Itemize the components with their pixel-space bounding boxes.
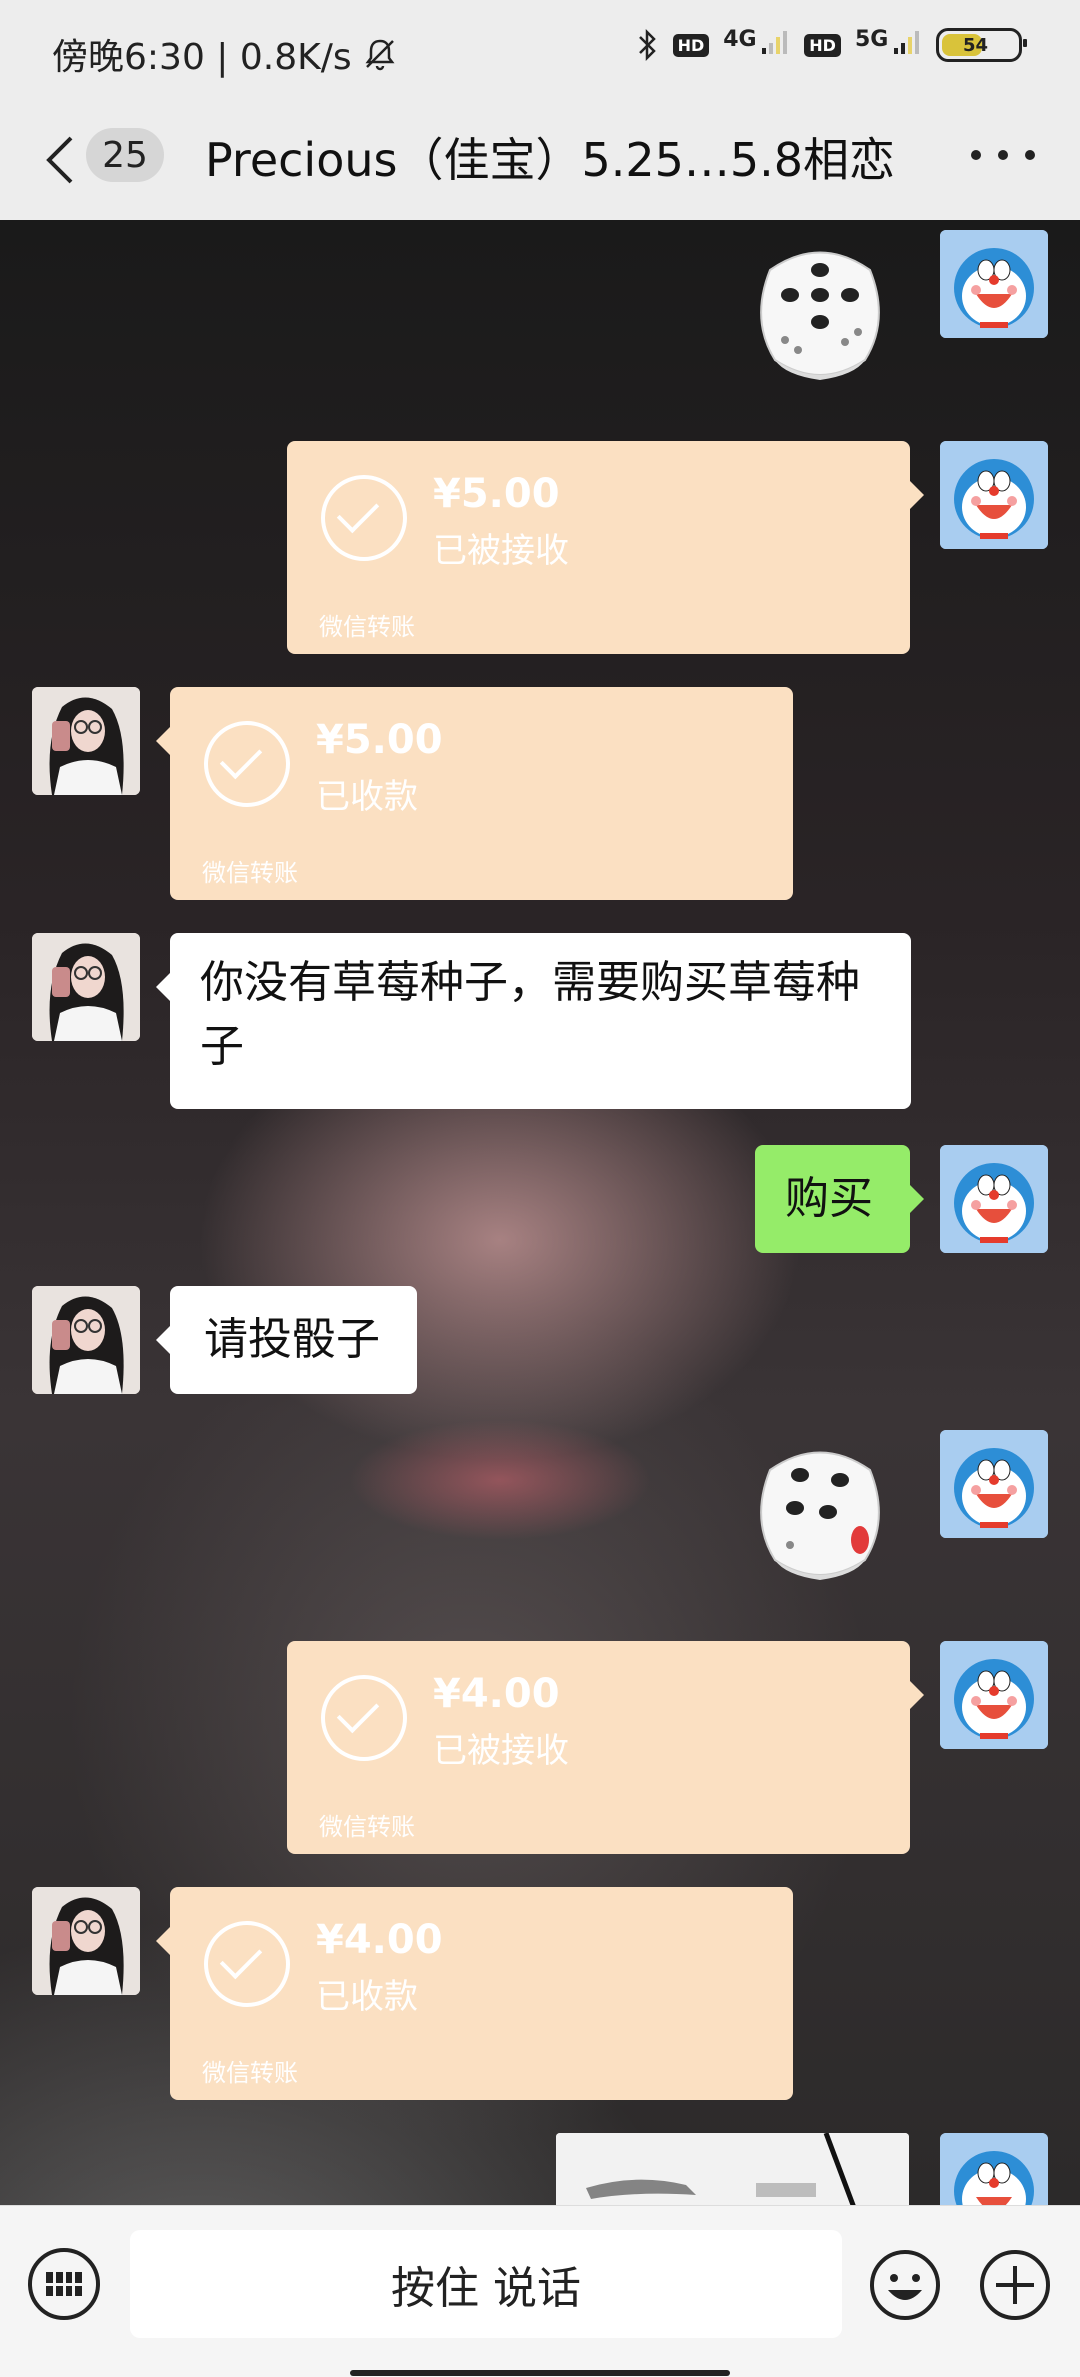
- transfer-status: 已被接收: [433, 531, 569, 571]
- transfer-card-received[interactable]: ¥4.00 已收款 微信转账: [156, 1887, 793, 2100]
- transfer-card-sent[interactable]: ¥4.00 已被接收 微信转账: [287, 1641, 924, 1854]
- status-time: 傍晚6:30 | 0.8K/s: [52, 37, 352, 78]
- self-avatar[interactable]: [940, 441, 1048, 549]
- smiley-icon: [870, 2250, 940, 2320]
- back-button[interactable]: [40, 134, 80, 186]
- girl-photo-avatar-icon: [32, 933, 140, 1041]
- hd-badge-2: HD: [804, 33, 841, 57]
- transfer-status: 已收款: [316, 1977, 418, 2017]
- chat-messages-area[interactable]: ¥5.00 已被接收 微信转账 ¥5.00 已收款 微信转账 你没有草莓种子，需…: [0, 220, 1080, 2205]
- transfer-source: 微信转账: [319, 613, 415, 641]
- self-avatar[interactable]: [940, 230, 1048, 338]
- doraemon-avatar-icon: [940, 2133, 1048, 2205]
- self-avatar[interactable]: [940, 1145, 1048, 1253]
- dice-four-icon: [760, 1451, 880, 1580]
- network-5g: 5G: [855, 27, 922, 62]
- mute-bell-icon: [365, 39, 395, 71]
- transfer-amount: ¥4.00: [316, 1917, 443, 1963]
- check-circle-icon: [321, 1675, 407, 1761]
- dice-message[interactable]: [740, 230, 900, 390]
- home-indicator: [350, 2370, 730, 2376]
- dice-message[interactable]: [740, 1430, 900, 1590]
- doraemon-avatar-icon: [940, 1641, 1048, 1749]
- dot-icon: [998, 150, 1008, 160]
- check-circle-icon: [321, 475, 407, 561]
- battery-icon: 54: [936, 28, 1027, 62]
- self-avatar[interactable]: [940, 1430, 1048, 1538]
- message-bubble-received[interactable]: 你没有草莓种子，需要购买草莓种子: [156, 933, 911, 1109]
- dot-icon: [971, 150, 981, 160]
- dot-icon: [1025, 150, 1035, 160]
- transfer-card-received[interactable]: ¥5.00 已收款 微信转账: [156, 687, 793, 900]
- transfer-status: 已收款: [316, 777, 418, 817]
- message-bubble-received[interactable]: 请投骰子: [156, 1286, 417, 1394]
- emoji-button[interactable]: [868, 2248, 942, 2322]
- bluetooth-icon: [638, 28, 656, 62]
- transfer-status: 已被接收: [433, 1731, 569, 1771]
- hd-badge: HD: [672, 33, 710, 57]
- status-bar: 傍晚6:30 | 0.8K/s HD 4G HD 5G 54: [0, 0, 1080, 100]
- message-bubble-sent[interactable]: 购买: [755, 1145, 924, 1253]
- signal-icon-2: [894, 31, 919, 54]
- self-avatar[interactable]: [940, 2133, 1048, 2205]
- contact-avatar[interactable]: [32, 1286, 140, 1394]
- dice-five-icon: [760, 251, 880, 380]
- input-bar: 按住 说话: [0, 2205, 1080, 2377]
- contact-avatar[interactable]: [32, 933, 140, 1041]
- girl-photo-avatar-icon: [32, 1887, 140, 1995]
- more-options-button[interactable]: [971, 130, 1035, 180]
- girl-photo-avatar-icon: [32, 687, 140, 795]
- transfer-amount: ¥4.00: [433, 1671, 560, 1717]
- check-circle-icon: [204, 1921, 290, 2007]
- girl-photo-avatar-icon: [32, 1286, 140, 1394]
- check-circle-icon: [204, 721, 290, 807]
- network-4g: 4G: [723, 27, 790, 62]
- transfer-card-sent[interactable]: ¥5.00 已被接收 微信转账: [287, 441, 924, 654]
- self-avatar[interactable]: [940, 1641, 1048, 1749]
- doraemon-avatar-icon: [940, 1430, 1048, 1538]
- chevron-left-icon: [46, 136, 73, 184]
- doraemon-avatar-icon: [940, 441, 1048, 549]
- image-thumbnail-icon: [556, 2133, 909, 2205]
- keyboard-toggle-button[interactable]: [28, 2248, 100, 2320]
- transfer-source: 微信转账: [202, 859, 298, 887]
- more-functions-button[interactable]: [978, 2248, 1052, 2322]
- hold-to-talk-button[interactable]: 按住 说话: [130, 2230, 842, 2338]
- unread-count-badge[interactable]: 25: [86, 128, 164, 182]
- keyboard-icon: [46, 2272, 82, 2296]
- battery-level: 54: [963, 34, 989, 56]
- transfer-amount: ¥5.00: [316, 717, 443, 763]
- plus-circle-icon: [980, 2250, 1050, 2320]
- transfer-source: 微信转账: [319, 1813, 415, 1841]
- doraemon-avatar-icon: [940, 1145, 1048, 1253]
- contact-avatar[interactable]: [32, 1887, 140, 1995]
- signal-icon: [762, 31, 788, 54]
- transfer-source: 微信转账: [202, 2059, 298, 2087]
- image-message[interactable]: [556, 2133, 909, 2205]
- chat-title: Precious（佳宝）5.25…5.8相恋: [205, 133, 896, 187]
- doraemon-avatar-icon: [940, 230, 1048, 338]
- transfer-amount: ¥5.00: [433, 471, 560, 517]
- contact-avatar[interactable]: [32, 687, 140, 795]
